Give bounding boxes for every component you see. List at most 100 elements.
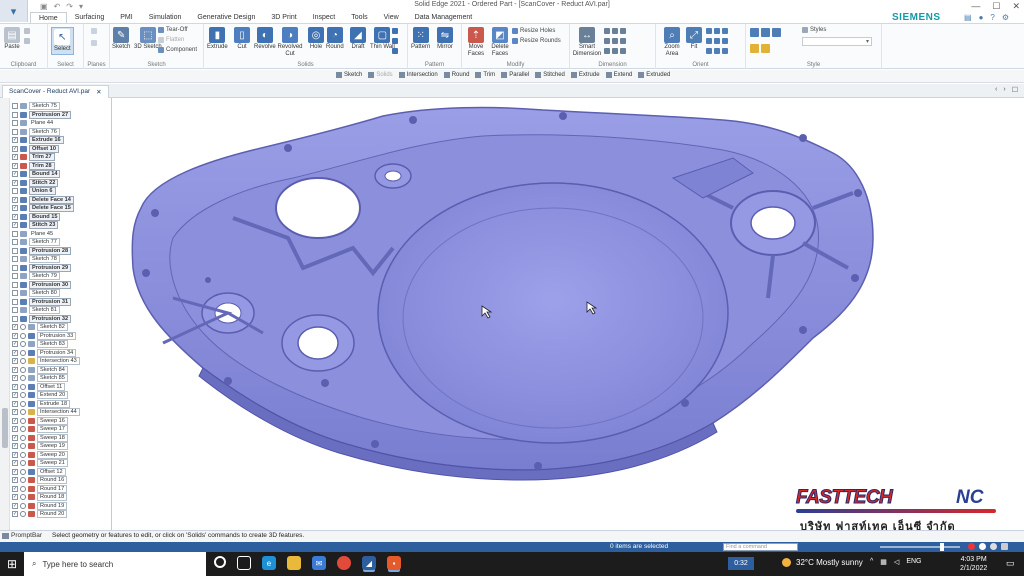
feature-tree-item[interactable]: Sketch 75 — [12, 102, 111, 111]
mail-icon[interactable]: ✉ — [312, 556, 326, 570]
coordinate-system-icon[interactable] — [91, 40, 97, 46]
feature-visibility-checkbox[interactable]: ✓ — [12, 375, 18, 382]
feature-visibility-checkbox[interactable]: ✓ — [12, 400, 18, 407]
feature-visibility-checkbox[interactable] — [12, 298, 18, 305]
tray-chevron-icon[interactable]: ^ — [870, 558, 873, 566]
tab-3d-print[interactable]: 3D Print — [263, 12, 304, 23]
feature-visibility-checkbox[interactable]: ✓ — [12, 196, 18, 203]
recording-timer[interactable]: 0:32 — [728, 557, 754, 570]
pause-icon[interactable] — [990, 543, 997, 550]
feature-visibility-checkbox[interactable]: ✓ — [12, 171, 18, 178]
feature-visibility-checkbox[interactable]: ✓ — [12, 383, 18, 390]
eye-icon[interactable] — [20, 451, 26, 458]
bolt-hole[interactable] — [151, 209, 159, 217]
feature-visibility-checkbox[interactable] — [12, 111, 18, 118]
eye-icon[interactable] — [20, 511, 26, 518]
doc-minimize-icon[interactable]: ‹ — [995, 86, 997, 94]
feature-visibility-checkbox[interactable]: ✓ — [12, 434, 18, 441]
feature-tree-item[interactable]: ✓ Extrude 18 — [12, 399, 111, 409]
feature-visibility-checkbox[interactable] — [12, 315, 18, 322]
tab-tools[interactable]: Tools — [343, 12, 375, 23]
minimize-icon[interactable]: — — [971, 1, 980, 12]
feature-visibility-checkbox[interactable]: ✓ — [12, 485, 18, 492]
eye-icon[interactable] — [20, 383, 26, 390]
feature-tree-item[interactable]: ✓ Round 20 — [12, 510, 111, 519]
component-button[interactable]: Component — [158, 47, 197, 53]
dimension-tool-icon-3[interactable] — [604, 48, 626, 54]
bolt-hole[interactable] — [854, 189, 862, 197]
help-icon[interactable]: ? — [990, 13, 994, 22]
solids-extra-icon-1[interactable] — [392, 28, 398, 34]
eye-icon[interactable] — [20, 324, 26, 331]
cmd-extend[interactable]: Extend — [605, 72, 632, 78]
bolt-hole[interactable] — [799, 134, 807, 142]
feature-tree-item[interactable]: ✓ Intersection 44 — [12, 408, 111, 417]
delete-faces-button[interactable]: ◩ Delete Faces — [489, 27, 511, 58]
feature-visibility-checkbox[interactable] — [12, 247, 18, 254]
feature-tree-item[interactable]: ✓ Bound 14 — [12, 170, 111, 179]
pathfinder-scrollbar[interactable] — [0, 98, 10, 530]
edge-icon[interactable]: e — [262, 556, 276, 570]
feature-visibility-checkbox[interactable] — [12, 103, 18, 110]
cmd-extrude[interactable]: Extrude — [570, 72, 600, 78]
cmd-solids[interactable]: Solids — [368, 72, 393, 78]
feature-visibility-checkbox[interactable]: ✓ — [12, 137, 18, 144]
eye-icon[interactable] — [20, 366, 26, 373]
extrude-button[interactable]: ▮ Extrude — [207, 27, 228, 51]
dimension-tool-icon-2[interactable] — [604, 38, 626, 44]
eye-icon[interactable] — [20, 341, 26, 348]
feature-tree-item[interactable]: Sketch 79 — [12, 272, 111, 281]
cut-small-icon[interactable] — [24, 28, 30, 34]
network-icon[interactable]: ▦ — [880, 558, 887, 566]
fit-button[interactable]: ⤢ Fit — [686, 27, 702, 51]
feature-tree-item[interactable]: Plane 45 — [12, 230, 111, 239]
feature-tree-item[interactable]: Protrusion 30 — [12, 280, 111, 290]
task-view-icon[interactable] — [237, 556, 251, 570]
feature-tree-item[interactable]: Sketch 78 — [12, 255, 111, 264]
taskbar-search-box[interactable]: ⌕ Type here to search — [24, 552, 206, 576]
smart-dimension-button[interactable]: ↔ Smart Dimension — [573, 27, 601, 58]
move-faces-button[interactable]: ⇡ Move Faces — [465, 27, 487, 58]
feature-tree-item[interactable]: ✓ Sweep 16 — [12, 416, 111, 426]
eye-icon[interactable] — [20, 485, 26, 492]
feature-tree-item[interactable]: ✓ Offset 10 — [12, 144, 111, 154]
feature-tree-item[interactable]: ✓ Sweep 20 — [12, 450, 111, 460]
view-tool-icon-2[interactable] — [706, 38, 728, 44]
zoom-slider[interactable] — [880, 543, 960, 551]
feature-visibility-checkbox[interactable]: ✓ — [12, 511, 18, 518]
bolt-hole[interactable] — [534, 462, 542, 470]
file-explorer-icon[interactable] — [287, 556, 301, 570]
taskbar-clock[interactable]: 4:03 PM 2/1/2022 — [960, 555, 987, 573]
prompt-bar-label[interactable]: PromptBar — [2, 532, 42, 539]
resize-holes-button[interactable]: Resize Holes — [512, 28, 555, 34]
feature-visibility-checkbox[interactable]: ✓ — [12, 392, 18, 399]
tab-simulation[interactable]: Simulation — [141, 12, 190, 23]
eye-icon[interactable] — [20, 417, 26, 424]
bolt-hole[interactable] — [284, 144, 292, 152]
weather-widget[interactable]: 32°C Mostly sunny — [782, 558, 863, 567]
feature-visibility-checkbox[interactable]: ✓ — [12, 349, 18, 356]
feature-visibility-checkbox[interactable]: ✓ — [12, 468, 18, 475]
revolve-button[interactable]: ◐ Revolve — [254, 27, 276, 51]
upper-left-opening[interactable] — [275, 177, 361, 239]
feature-tree-item[interactable]: Sketch 77 — [12, 238, 111, 247]
feature-tree-item[interactable]: ✓ Protrusion 33 — [12, 331, 111, 341]
cortana-icon[interactable] — [214, 556, 226, 568]
bolt-hole[interactable] — [142, 269, 150, 277]
solids-extra-icon-2[interactable] — [392, 38, 398, 44]
bolt-hole[interactable] — [799, 326, 807, 334]
tab-view[interactable]: View — [376, 12, 407, 23]
cmd-stitched[interactable]: Stitched — [535, 72, 565, 78]
clutch-bowl[interactable] — [377, 182, 729, 444]
feature-visibility-checkbox[interactable]: ✓ — [12, 426, 18, 433]
eye-icon[interactable] — [20, 400, 26, 407]
feature-tree-item[interactable]: Protrusion 31 — [12, 297, 111, 307]
doc-close-icon[interactable]: ☐ — [1012, 86, 1018, 94]
zoom-area-button[interactable]: ⌕ Zoom Area — [661, 27, 683, 58]
view-tool-icon-1[interactable] — [706, 28, 728, 34]
cmd-trim[interactable]: Trim — [475, 72, 495, 78]
feature-visibility-checkbox[interactable]: ✓ — [12, 409, 18, 416]
feature-visibility-checkbox[interactable] — [12, 188, 18, 195]
styles-dropdown[interactable]: ▾ — [802, 37, 872, 46]
fullscreen-icon[interactable] — [1001, 543, 1008, 550]
